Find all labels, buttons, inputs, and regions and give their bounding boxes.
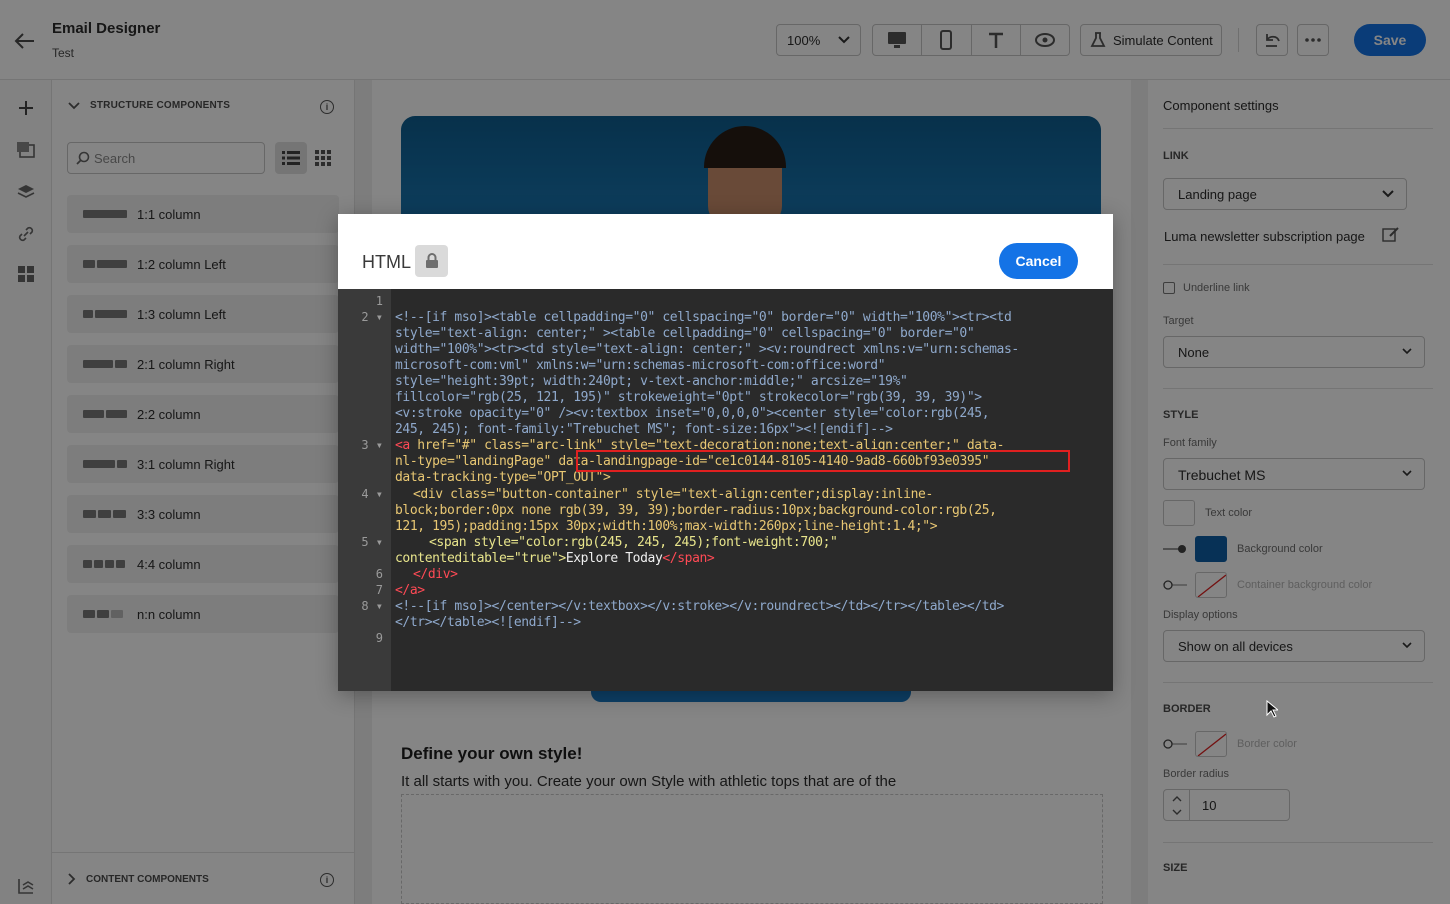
mouse-pointer-icon — [1266, 699, 1280, 723]
cancel-button[interactable]: Cancel — [999, 243, 1078, 279]
code-line: microsoft-com:vml" xmlns:w="urn:schemas-… — [395, 358, 886, 373]
line-number-text: 5 — [361, 535, 369, 549]
line-number-text: 2 — [361, 310, 369, 324]
code-line: </a> — [395, 583, 425, 598]
code-token: contenteditable="true"> — [395, 551, 566, 566]
line-number-text: 3 — [361, 438, 369, 452]
code-line: </div> — [413, 567, 458, 582]
landingpage-id-highlight — [576, 450, 1070, 472]
code-line: <!--[if mso]><table cellpadding="0" cell… — [395, 310, 1012, 325]
line-number: 2 ▾ — [361, 310, 383, 324]
code-line: <v:stroke opacity="0" /><v:textbox inset… — [395, 406, 990, 421]
code-line: width="100%"><tr><td style="text-align: … — [395, 342, 1019, 357]
code-line: contenteditable="true">Explore Today</sp… — [395, 551, 715, 567]
code-line: <!--[if mso]></center></v:textbox></v:st… — [395, 599, 1004, 614]
line-number: 7 — [375, 583, 383, 597]
html-editor-dialog: HTML Cancel 1 2 ▾ 3 ▾ 4 ▾ 5 ▾ 6 7 8 ▾ 9 … — [338, 214, 1113, 691]
code-line: style="height:39pt; width:240pt; v-text-… — [395, 374, 908, 389]
code-line: fillcolor="rgb(25, 121, 195)" strokeweig… — [395, 390, 982, 405]
line-number: 8 ▾ — [361, 599, 383, 613]
line-number: 3 ▾ — [361, 438, 383, 452]
line-number-text: 4 — [361, 487, 369, 501]
line-number-gutter: 1 2 ▾ 3 ▾ 4 ▾ 5 ▾ 6 7 8 ▾ 9 — [338, 289, 391, 691]
code-line: block;border:0px none rgb(39, 39, 39);bo… — [395, 503, 997, 518]
code-line: <div class="button-container" style="tex… — [413, 487, 933, 502]
code-line: data-tracking-type="OPT_OUT"> — [395, 470, 611, 485]
line-number: 1 — [375, 294, 383, 308]
code-token: <a — [395, 438, 410, 453]
line-number-text: 8 — [361, 599, 369, 613]
dialog-title: HTML — [362, 252, 411, 272]
line-number: 6 — [375, 567, 383, 581]
code-line: style="text-align: center;" ><table cell… — [395, 326, 975, 341]
code-token: nl-type="landingPage" — [395, 454, 551, 469]
line-number: 9 — [375, 631, 383, 645]
code-line: 121, 195);padding:15px 30px;width:100%;m… — [395, 519, 938, 534]
code-token: Explore Today — [565, 551, 663, 566]
code-line: <span style="color:rgb(245, 245, 245);fo… — [429, 535, 838, 550]
code-line: 245, 245); font-family:"Trebuchet MS"; f… — [395, 422, 893, 437]
line-number: 4 ▾ — [361, 487, 383, 501]
code-line: </tr></table><![endif]--> — [395, 615, 581, 630]
code-editor[interactable]: 1 2 ▾ 3 ▾ 4 ▾ 5 ▾ 6 7 8 ▾ 9 <!--[if mso]… — [338, 289, 1113, 691]
lock-icon[interactable] — [415, 245, 448, 277]
line-number: 5 ▾ — [361, 535, 383, 549]
code-token: </span> — [662, 551, 715, 566]
